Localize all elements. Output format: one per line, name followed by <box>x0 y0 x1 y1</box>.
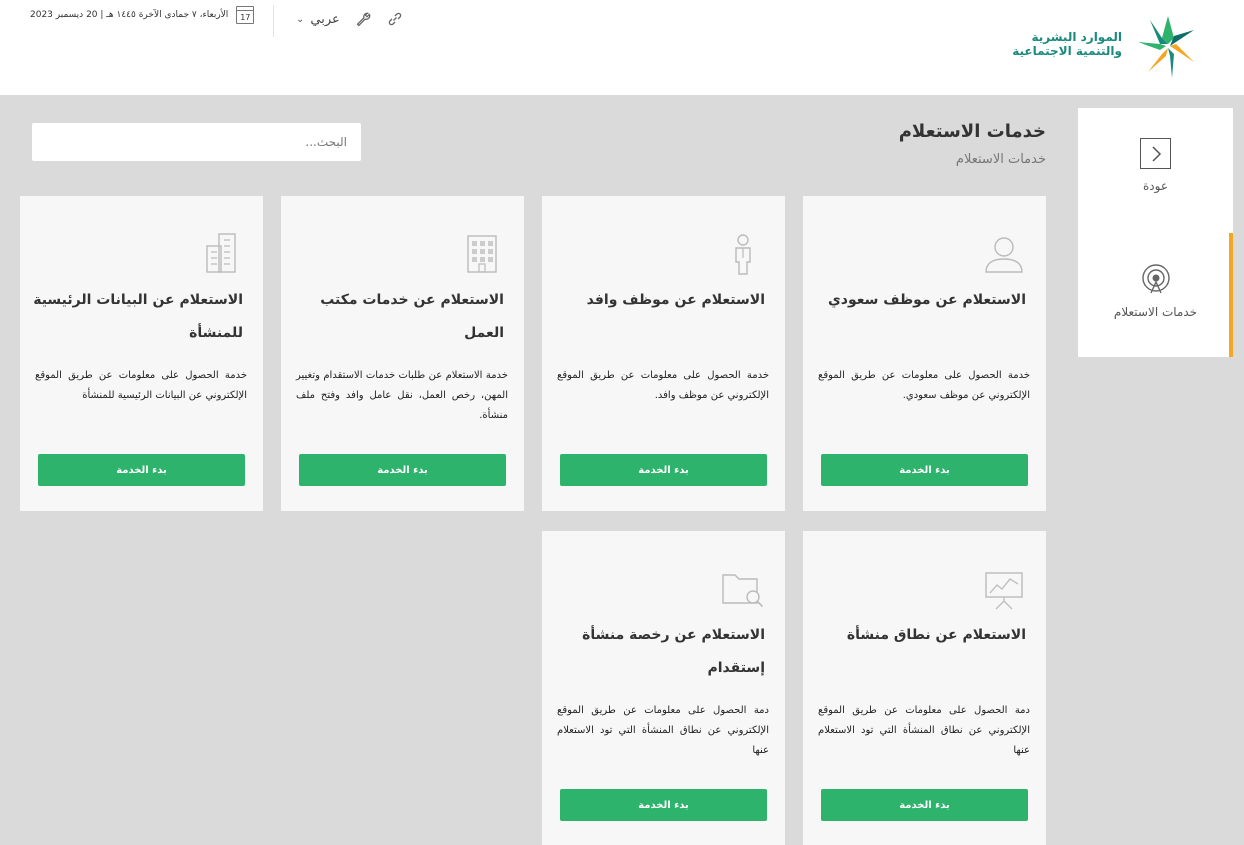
buildings-icon <box>199 232 243 276</box>
start-service-button[interactable]: بدء الخدمة <box>560 454 767 486</box>
service-card: الاستعلام عن البيانات الرئيسية للمنشأة خ… <box>20 196 263 511</box>
office-building-icon <box>460 232 504 276</box>
presentation-chart-icon <box>982 567 1026 611</box>
card-description: خدمة الاستعلام عن طلبات خدمات الاستقدام … <box>296 370 508 421</box>
card-description: خدمة الحصول على معلومات عن طريق الموقع ا… <box>35 370 247 401</box>
logo-line-1: الموارد البشرية <box>1031 30 1122 44</box>
service-card: الاستعلام عن خدمات مكتب العمل خدمة الاست… <box>281 196 524 511</box>
card-title: الاستعلام عن موظف سعودي <box>827 292 1026 308</box>
ministry-logo[interactable]: الموارد البشرية والتنمية الاجتماعية <box>1008 12 1208 80</box>
broadcast-icon <box>1139 263 1173 297</box>
start-service-button[interactable]: بدء الخدمة <box>560 789 767 821</box>
logo-line-2: والتنمية الاجتماعية <box>1012 44 1122 58</box>
header-tools: عربي ⌄ <box>296 9 404 29</box>
card-title: الاستعلام عن البيانات الرئيسية للمنشأة <box>33 292 243 341</box>
active-indicator <box>1229 233 1233 357</box>
start-service-button[interactable]: بدء الخدمة <box>821 454 1028 486</box>
start-service-button[interactable]: بدء الخدمة <box>821 789 1028 821</box>
calendar-icon: 17 <box>236 6 255 24</box>
calendar-day: 17 <box>240 13 251 22</box>
card-description: خدمة الحصول على معلومات عن طريق الموقع ا… <box>818 370 1030 401</box>
card-title: الاستعلام عن خدمات مكتب العمل <box>320 292 504 341</box>
start-service-button[interactable]: بدء الخدمة <box>299 454 506 486</box>
breadcrumb: خدمات الاستعلام <box>955 152 1046 167</box>
start-service-button[interactable]: بدء الخدمة <box>38 454 245 486</box>
search-input[interactable] <box>32 123 361 161</box>
link-icon[interactable] <box>386 10 404 28</box>
page-title: خدمات الاستعلام <box>898 121 1046 142</box>
back-button[interactable]: عودة <box>1078 138 1233 193</box>
ministry-logo-mark-icon <box>1138 16 1194 78</box>
card-description: خدمة الحصول على معلومات عن طريق الموقع ا… <box>557 370 769 401</box>
service-card: الاستعلام عن رخصة منشأة إستقدام دمة الحص… <box>542 531 785 845</box>
date-display: 17 الأربعاء، ٧ جمادى الآخرة ١٤٤٥ هـ | 20… <box>30 6 255 24</box>
header-divider <box>273 5 274 37</box>
language-label: عربي <box>310 11 340 27</box>
service-card: الاستعلام عن نطاق منشأة دمة الحصول على م… <box>803 531 1046 845</box>
top-header: الموارد البشرية والتنمية الاجتماعية عربي… <box>0 0 1244 95</box>
wrench-icon[interactable] <box>354 10 372 28</box>
sidebar-item-inquiry-services[interactable]: خدمات الاستعلام <box>1078 263 1233 319</box>
language-selector[interactable]: عربي ⌄ <box>296 12 340 27</box>
service-card: الاستعلام عن موظف وافد خدمة الحصول على م… <box>542 196 785 511</box>
current-date: الأربعاء، ٧ جمادى الآخرة ١٤٤٥ هـ | 20 دي… <box>30 10 229 20</box>
folder-search-icon <box>721 567 765 611</box>
back-label: عودة <box>1143 179 1168 193</box>
card-description: دمة الحصول على معلومات عن طريق الموقع ال… <box>818 705 1030 756</box>
card-title: الاستعلام عن موظف وافد <box>586 292 765 308</box>
chevron-right-icon <box>1140 138 1171 169</box>
card-title: الاستعلام عن رخصة منشأة إستقدام <box>582 627 765 676</box>
person-icon <box>982 232 1026 276</box>
service-card: الاستعلام عن موظف سعودي خدمة الحصول على … <box>803 196 1046 511</box>
chevron-down-icon: ⌄ <box>296 13 305 25</box>
side-panel: عودة خدمات الاستعلام <box>1078 108 1233 357</box>
sidebar-item-label: خدمات الاستعلام <box>1113 305 1198 319</box>
worker-icon <box>721 232 765 276</box>
card-description: دمة الحصول على معلومات عن طريق الموقع ال… <box>557 705 769 756</box>
card-title: الاستعلام عن نطاق منشأة <box>846 627 1026 643</box>
